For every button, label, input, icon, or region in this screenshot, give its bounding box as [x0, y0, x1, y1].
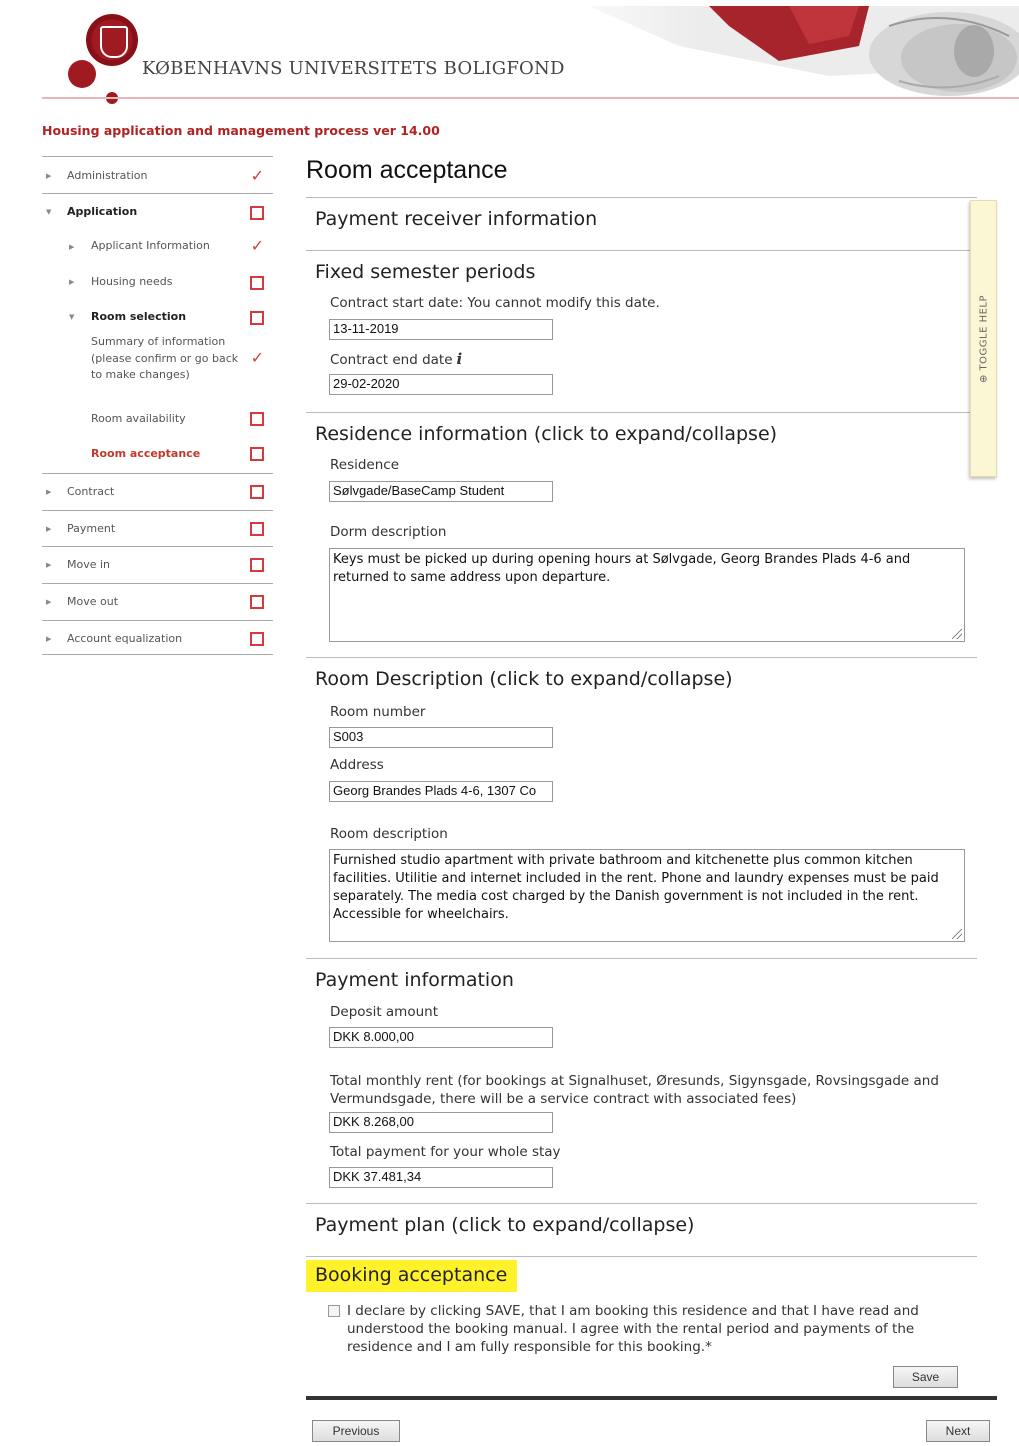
- collapsed-arrow-icon: ▶: [46, 561, 52, 569]
- sidebar-item-account-equalization[interactable]: ▶ Account equalization: [42, 620, 273, 655]
- resize-grip-icon[interactable]: [952, 629, 962, 639]
- section-divider: [306, 412, 977, 413]
- contract-end-field[interactable]: 29-02-2020: [329, 374, 553, 395]
- section-divider: [306, 1203, 977, 1204]
- sidebar-item-payment[interactable]: ▶ Payment: [42, 510, 273, 546]
- university-seal-logo: [86, 14, 138, 66]
- contract-end-label: Contract end date i: [330, 350, 463, 368]
- save-button[interactable]: Save: [893, 1366, 958, 1388]
- address-field[interactable]: Georg Brandes Plads 4-6, 1307 Co: [329, 781, 553, 802]
- sidebar-item-housing-needs[interactable]: ▶ Housing needs: [42, 265, 273, 300]
- collapsed-arrow-icon: ▶: [69, 278, 75, 286]
- deposit-field[interactable]: DKK 8.000,00: [329, 1027, 553, 1048]
- unchecked-box-icon: [250, 632, 264, 646]
- residence-field[interactable]: Sølvgade/BaseCamp Student: [329, 481, 553, 502]
- page-title: Room acceptance: [306, 156, 508, 184]
- process-title: Housing application and management proce…: [42, 123, 440, 138]
- sidebar-item-move-out[interactable]: ▶ Move out: [42, 583, 273, 620]
- section-divider: [306, 657, 977, 658]
- room-description-label: Room description: [330, 826, 448, 842]
- sidebar-item-summary[interactable]: Summary of information (please confirm o…: [42, 335, 273, 402]
- room-description-heading[interactable]: Room Description (click to expand/collap…: [315, 668, 733, 690]
- payment-plan-heading[interactable]: Payment plan (click to expand/collapse): [315, 1214, 694, 1236]
- collapsed-arrow-icon: ▶: [46, 598, 52, 606]
- footer-divider: [306, 1396, 997, 1400]
- collapsed-arrow-icon: ▶: [46, 488, 52, 496]
- previous-button[interactable]: Previous: [312, 1420, 400, 1442]
- unchecked-box-icon: [250, 558, 264, 572]
- sidebar-item-room-availability[interactable]: Room availability: [42, 402, 273, 438]
- unchecked-box-icon: [250, 485, 264, 499]
- section-divider: [306, 197, 977, 198]
- residence-label: Residence: [330, 457, 400, 473]
- checkmark-icon: ✓: [250, 236, 264, 255]
- monthly-rent-field[interactable]: DKK 8.268,00: [329, 1112, 553, 1133]
- sidebar-item-move-in[interactable]: ▶ Move in: [42, 546, 273, 583]
- booking-acceptance-heading: Booking acceptance: [306, 1260, 518, 1292]
- header-divider: [42, 97, 1019, 99]
- toggle-help-tab[interactable]: ⊕ TOGGLE HELP: [970, 200, 997, 477]
- expanded-arrow-icon: ▼: [69, 313, 75, 321]
- monthly-rent-label: Total monthly rent (for bookings at Sign…: [330, 1073, 939, 1107]
- sidebar-item-contract[interactable]: ▶ Contract: [42, 473, 273, 510]
- section-divider: [306, 250, 977, 251]
- section-divider: [306, 958, 977, 959]
- section-divider: [306, 1256, 977, 1257]
- contract-start-label: Contract start date: You cannot modify t…: [330, 295, 660, 311]
- expanded-arrow-icon: ▼: [46, 208, 52, 216]
- unchecked-box-icon: [250, 595, 264, 609]
- sidebar-item-room-acceptance[interactable]: Room acceptance: [42, 438, 273, 473]
- sidebar-item-room-selection[interactable]: ▼ Room selection: [42, 300, 273, 336]
- payment-receiver-heading[interactable]: Payment receiver information: [315, 208, 597, 230]
- collapsed-arrow-icon: ▶: [46, 525, 52, 533]
- resize-grip-icon[interactable]: [952, 929, 962, 939]
- deposit-label: Deposit amount: [330, 1004, 438, 1020]
- room-description-textarea[interactable]: Furnished studio apartment with private …: [329, 849, 965, 942]
- next-button[interactable]: Next: [926, 1420, 990, 1442]
- total-payment-label: Total payment for your whole stay: [330, 1144, 561, 1160]
- dorm-description-label: Dorm description: [330, 524, 447, 540]
- sidebar-item-application[interactable]: ▼ Application: [42, 193, 273, 229]
- unchecked-box-icon: [250, 522, 264, 536]
- booking-accept-checkbox[interactable]: [328, 1305, 340, 1317]
- logo-dot: [68, 60, 96, 88]
- residence-heading[interactable]: Residence information (click to expand/c…: [315, 423, 777, 445]
- sidebar-item-applicant-information[interactable]: ▶ Applicant Information ✓: [42, 229, 273, 265]
- process-sidebar: ▶ Administration ✓ ▼ Application ▶ Appli…: [42, 156, 273, 655]
- total-payment-field[interactable]: DKK 37.481,34: [329, 1167, 553, 1188]
- unchecked-box-icon: [250, 412, 264, 426]
- dorm-description-textarea[interactable]: Keys must be picked up during opening ho…: [329, 548, 965, 642]
- unchecked-box-icon: [250, 311, 264, 325]
- organization-name: KØBENHAVNS UNIVERSITETS BOLIGFOND: [142, 58, 565, 79]
- checkmark-icon: ✓: [250, 166, 264, 185]
- info-icon[interactable]: i: [457, 350, 463, 368]
- room-number-label: Room number: [330, 704, 426, 720]
- address-label: Address: [330, 757, 384, 773]
- contract-start-field[interactable]: 13-11-2019: [329, 319, 553, 340]
- room-number-field[interactable]: S003: [329, 727, 553, 748]
- collapsed-arrow-icon: ▶: [46, 172, 52, 180]
- site-header: KØBENHAVNS UNIVERSITETS BOLIGFOND: [0, 0, 1019, 110]
- header-banner-image: [529, 6, 1019, 98]
- unchecked-box-icon: [250, 447, 264, 461]
- unchecked-box-icon: [250, 276, 264, 290]
- booking-declaration-text: I declare by clicking SAVE, that I am bo…: [347, 1303, 919, 1355]
- collapsed-arrow-icon: ▶: [46, 635, 52, 643]
- unchecked-box-icon: [250, 206, 264, 220]
- collapsed-arrow-icon: ▶: [69, 243, 75, 251]
- sidebar-item-administration[interactable]: ▶ Administration ✓: [42, 156, 273, 193]
- semester-heading: Fixed semester periods: [315, 261, 536, 283]
- checkmark-icon: ✓: [250, 348, 264, 367]
- payment-information-heading: Payment information: [315, 969, 514, 991]
